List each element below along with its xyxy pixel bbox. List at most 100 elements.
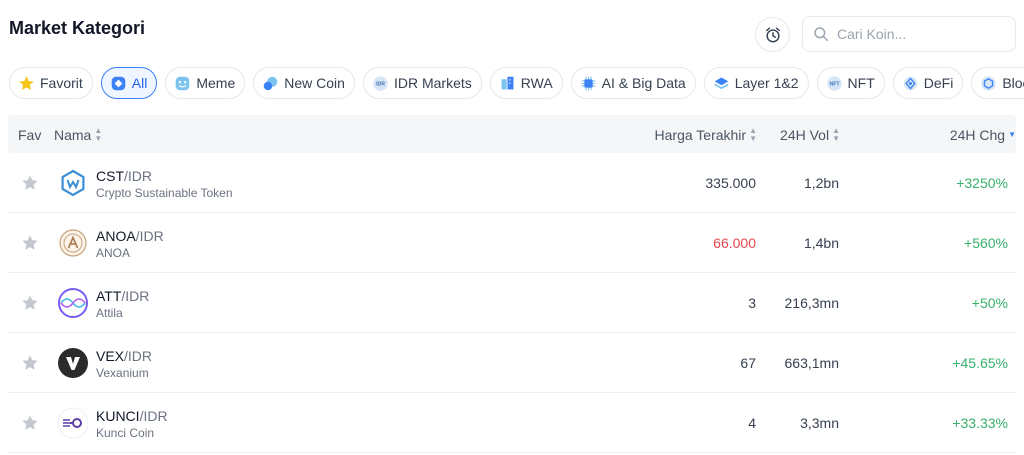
- tab-nft[interactable]: NFT NFT: [816, 67, 885, 99]
- tab-label: Favorit: [40, 75, 83, 91]
- tab-ai-big-data[interactable]: AI & Big Data: [570, 67, 696, 99]
- vex-logo-icon: [57, 347, 89, 379]
- kunci-logo-icon: [57, 407, 89, 439]
- new-coin-icon: [262, 75, 279, 92]
- pair-symbol: CST/IDR: [96, 168, 152, 184]
- tab-idr-markets[interactable]: IDR IDR Markets: [362, 67, 482, 99]
- base-symbol: ANOA: [96, 228, 136, 244]
- coin-name: Vexanium: [96, 366, 149, 380]
- defi-icon: [902, 75, 919, 92]
- sort-icon: ▲ ▼: [94, 126, 103, 143]
- last-price: 67: [740, 355, 756, 371]
- layer-icon: [713, 75, 730, 92]
- last-price: 4: [748, 415, 756, 431]
- favorite-star-icon[interactable]: [21, 354, 39, 372]
- header-fav: Fav: [18, 127, 41, 143]
- change-24h: +560%: [964, 235, 1008, 251]
- tab-label: All: [131, 75, 148, 91]
- tab-new-coin[interactable]: New Coin: [253, 67, 355, 99]
- change-24h: +3250%: [956, 175, 1008, 191]
- last-price: 3: [748, 295, 756, 311]
- coin-name: ANOA: [96, 246, 131, 260]
- table-row[interactable]: VEX/IDR Vexanium 67 663,1mn +45.65%: [8, 333, 1016, 393]
- page-title: Market Kategori: [9, 18, 146, 38]
- tab-label: NFT: [847, 75, 875, 91]
- search-icon: [814, 27, 829, 42]
- tab-label: IDR Markets: [393, 75, 472, 91]
- coin-name: Crypto Sustainable Token: [96, 186, 233, 200]
- base-symbol: ATT: [96, 288, 122, 304]
- tab-layer[interactable]: Layer 1&2: [703, 67, 809, 99]
- quote-symbol: /IDR: [135, 228, 164, 244]
- base-symbol: CST: [96, 168, 124, 184]
- svg-text:IDR: IDR: [376, 81, 385, 87]
- base-symbol: KUNCI: [96, 408, 140, 424]
- pair-symbol: ATT/IDR: [96, 288, 149, 304]
- favorite-star-icon[interactable]: [21, 174, 39, 192]
- table-row[interactable]: KUNCI/IDR Kunci Coin 4 3,3mn +33.33%: [8, 393, 1016, 453]
- tab-label: AI & Big Data: [601, 75, 686, 91]
- header-name-label: Nama: [54, 127, 92, 143]
- table-row[interactable]: ATT/IDR Attila 3 216,3mn +50%: [8, 273, 1016, 333]
- sort-desc-icon: ▼: [1008, 130, 1016, 139]
- chip-icon: [580, 75, 597, 92]
- quote-symbol: /IDR: [139, 408, 168, 424]
- att-logo-icon: [57, 287, 89, 319]
- volume-24h: 216,3mn: [784, 295, 839, 311]
- change-24h: +33.33%: [952, 415, 1008, 431]
- pair-symbol: VEX/IDR: [96, 348, 152, 364]
- coin-name: Kunci Coin: [96, 426, 155, 440]
- meme-icon: [174, 75, 191, 92]
- header-price[interactable]: Harga Terakhir ▲ ▼: [654, 127, 757, 144]
- alarm-clock-icon: [765, 27, 780, 42]
- base-symbol: VEX: [96, 348, 125, 364]
- change-24h: +50%: [971, 295, 1008, 311]
- table-row[interactable]: ANOA/IDR ANOA 66.000 1,4bn +560%: [8, 213, 1016, 273]
- header-fav-label: Fav: [18, 127, 42, 143]
- header-change[interactable]: 24H Chg ▼: [950, 127, 1016, 143]
- table-header: Fav Nama ▲ ▼ Harga Terakhir ▲ ▼ 24H Vol ▲ ▼…: [8, 115, 1016, 153]
- tab-meme[interactable]: Meme: [165, 67, 246, 99]
- volume-24h: 1,2bn: [803, 175, 839, 191]
- header-name[interactable]: Nama ▲ ▼: [54, 126, 103, 144]
- coin-name: Attila: [96, 306, 123, 320]
- favorite-star-icon[interactable]: [21, 294, 39, 312]
- tab-blockchain[interactable]: Blockchai: [971, 67, 1024, 99]
- rwa-icon: [499, 75, 516, 92]
- header-volume[interactable]: 24H Vol ▲ ▼: [780, 126, 840, 144]
- header-volume-label: 24H Vol: [780, 127, 830, 143]
- volume-24h: 663,1mn: [784, 355, 839, 371]
- search-input[interactable]: [837, 26, 997, 42]
- tab-label: Layer 1&2: [734, 75, 799, 91]
- favorite-star-icon[interactable]: [21, 414, 39, 432]
- cst-logo-icon: [57, 167, 89, 199]
- all-icon: [110, 75, 127, 92]
- tab-rwa[interactable]: RWA: [489, 67, 563, 99]
- tab-label: DeFi: [923, 75, 954, 91]
- favorite-star-icon[interactable]: [21, 234, 39, 252]
- tab-label: Blockchai: [1002, 75, 1024, 91]
- tab-label: RWA: [520, 75, 553, 91]
- volume-24h: 3,3mn: [800, 415, 839, 431]
- price-alert-button[interactable]: [755, 17, 790, 52]
- pair-symbol: ANOA/IDR: [96, 228, 164, 244]
- tab-favorit[interactable]: Favorit: [9, 67, 93, 99]
- tab-label: Meme: [196, 75, 236, 91]
- quote-symbol: /IDR: [124, 168, 152, 184]
- anoa-logo-icon: [57, 227, 89, 259]
- volume-24h: 1,4bn: [803, 235, 839, 251]
- blockchain-icon: [980, 75, 997, 92]
- tab-all[interactable]: All: [100, 67, 158, 99]
- search-box[interactable]: [802, 16, 1016, 52]
- last-price: 66.000: [713, 235, 756, 251]
- tab-defi[interactable]: DeFi: [892, 67, 964, 99]
- sort-icon: ▲ ▼: [832, 126, 840, 143]
- quote-symbol: /IDR: [121, 288, 150, 304]
- change-24h: +45.65%: [952, 355, 1008, 371]
- pair-symbol: KUNCI/IDR: [96, 408, 168, 424]
- tab-label: New Coin: [284, 75, 345, 91]
- table-row[interactable]: CST/IDR Crypto Sustainable Token 335.000…: [8, 153, 1016, 213]
- star-icon: [18, 75, 35, 92]
- nft-icon: NFT: [826, 75, 843, 92]
- header-price-label: Harga Terakhir: [654, 127, 747, 143]
